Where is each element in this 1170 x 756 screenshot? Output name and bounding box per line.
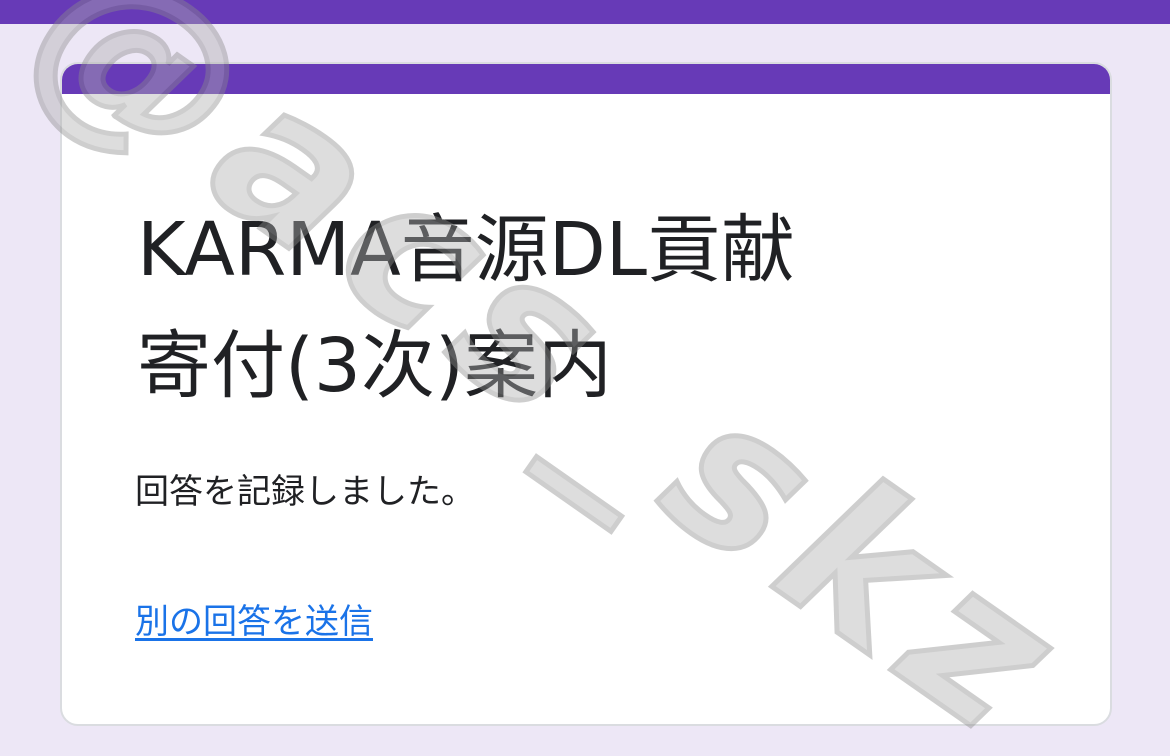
header-theme-bar xyxy=(0,0,1170,24)
card-accent-bar xyxy=(62,64,1110,94)
confirmation-message: 回答を記録しました。 xyxy=(135,472,475,512)
form-title: KARMA音源DL貢献 寄付(3次)案内 xyxy=(137,207,795,409)
submit-another-response-link[interactable]: 別の回答を送信 xyxy=(135,598,373,646)
form-response-card: KARMA音源DL貢献 寄付(3次)案内 回答を記録しました。 別の回答を送信 xyxy=(60,62,1112,726)
